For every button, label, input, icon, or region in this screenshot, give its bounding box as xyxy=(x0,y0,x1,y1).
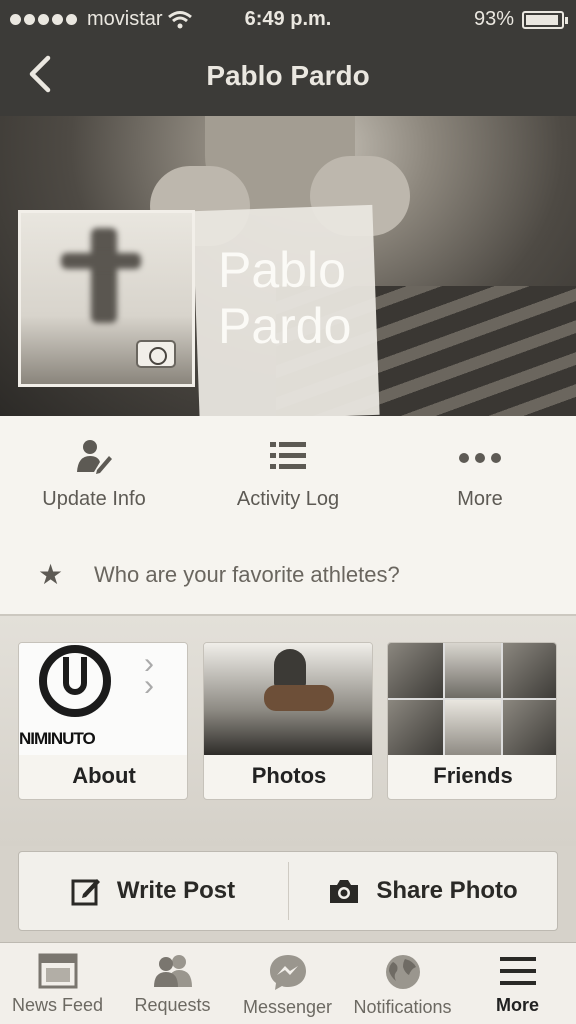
profile-picture[interactable] xyxy=(18,210,195,387)
tab-label: Notifications xyxy=(353,997,452,1017)
write-post-button[interactable]: Write Post xyxy=(19,852,287,930)
friend-photo xyxy=(502,700,556,755)
globant-arrows-icon: › › xyxy=(144,647,154,702)
page-title: Pablo Pardo xyxy=(206,60,370,91)
composer-bar: Write Post Share Photo xyxy=(0,846,576,942)
tab-bar: News Feed Requests Messenger Notificatio… xyxy=(0,942,576,1024)
update-info-label: Update Info xyxy=(42,488,146,510)
tab-label: Requests xyxy=(134,995,211,1015)
favorite-athletes-prompt[interactable]: ★ Who are your favorite athletes? xyxy=(0,546,576,602)
tab-news-feed[interactable]: News Feed xyxy=(0,943,115,1024)
ash-cross-vertical xyxy=(91,228,117,323)
tab-notifications[interactable]: Notifications xyxy=(345,943,460,1024)
tab-messenger[interactable]: Messenger xyxy=(230,943,345,1024)
uniminuto-logo-u xyxy=(63,657,87,695)
pencil-edit-icon xyxy=(71,879,100,906)
composer-buttons: Write Post Share Photo xyxy=(18,851,558,931)
top-bar: movistar 6:49 p.m. 93% Pablo Pardo xyxy=(0,0,576,116)
profile-first-name: Pablo xyxy=(218,242,346,298)
profile-name: Pablo Pardo xyxy=(218,242,418,354)
share-photo-button[interactable]: Share Photo xyxy=(289,852,557,930)
news-feed-icon xyxy=(38,953,77,989)
update-info-button[interactable]: Update Info xyxy=(4,438,184,511)
profile-last-name: Pardo xyxy=(218,298,352,354)
activity-log-label: Activity Log xyxy=(236,488,340,510)
battery-percent: 93% xyxy=(473,8,514,30)
friends-label: Friends xyxy=(433,763,513,788)
logo-text: NIMINUTO xyxy=(19,729,96,748)
tab-label: More xyxy=(495,995,539,1015)
about-thumbnail: › › NIMINUTO xyxy=(19,643,187,755)
tab-label: News Feed xyxy=(11,995,104,1015)
friend-photo xyxy=(445,643,501,698)
list-icon xyxy=(270,442,306,469)
friend-photo xyxy=(388,700,444,755)
activity-log-button[interactable]: Activity Log xyxy=(198,438,378,511)
battery-icon xyxy=(522,10,568,29)
messenger-icon xyxy=(269,955,306,990)
about-label: About xyxy=(72,763,136,788)
globe-icon xyxy=(385,955,420,989)
tab-more[interactable]: More xyxy=(460,943,575,1024)
navigation-bar: Pablo Pardo xyxy=(0,38,576,116)
friend-photo xyxy=(388,643,444,698)
share-photo-label: Share Photo xyxy=(376,877,518,904)
photos-label: Photos xyxy=(251,763,327,788)
tab-requests[interactable]: Requests xyxy=(115,943,230,1024)
prompt-text: Who are your favorite athletes? xyxy=(94,562,400,587)
about-tile[interactable]: › › NIMINUTO About xyxy=(18,642,188,800)
camera-icon[interactable] xyxy=(136,340,176,368)
guitarist-figure xyxy=(274,649,306,689)
photos-thumbnail xyxy=(204,643,372,755)
status-bar: movistar 6:49 p.m. 93% xyxy=(0,0,576,38)
friends-tile[interactable]: Friends xyxy=(387,642,557,800)
tab-label: Messenger xyxy=(242,997,333,1017)
more-label: More xyxy=(457,488,503,510)
guitar xyxy=(264,685,334,711)
star-icon: ★ xyxy=(38,559,64,590)
photos-tile[interactable]: Photos xyxy=(203,642,373,800)
battery-status: 93% xyxy=(473,8,568,31)
ash-cross-horizontal xyxy=(61,253,141,269)
friend-photo xyxy=(445,700,501,755)
friend-photo xyxy=(502,643,556,698)
friends-thumbnail-grid xyxy=(388,643,556,755)
profile-actions: Update Info Activity Log More ★ Who are … xyxy=(0,416,576,616)
more-button[interactable]: More xyxy=(390,438,570,511)
camera-icon xyxy=(330,880,359,903)
more-dots-icon xyxy=(459,453,501,463)
friend-requests-icon xyxy=(153,955,192,987)
hamburger-menu-icon xyxy=(499,957,536,985)
write-post-label: Write Post xyxy=(116,877,236,904)
profile-tiles: › › NIMINUTO About Photos Friends xyxy=(0,616,576,846)
person-edit-icon xyxy=(77,440,112,474)
